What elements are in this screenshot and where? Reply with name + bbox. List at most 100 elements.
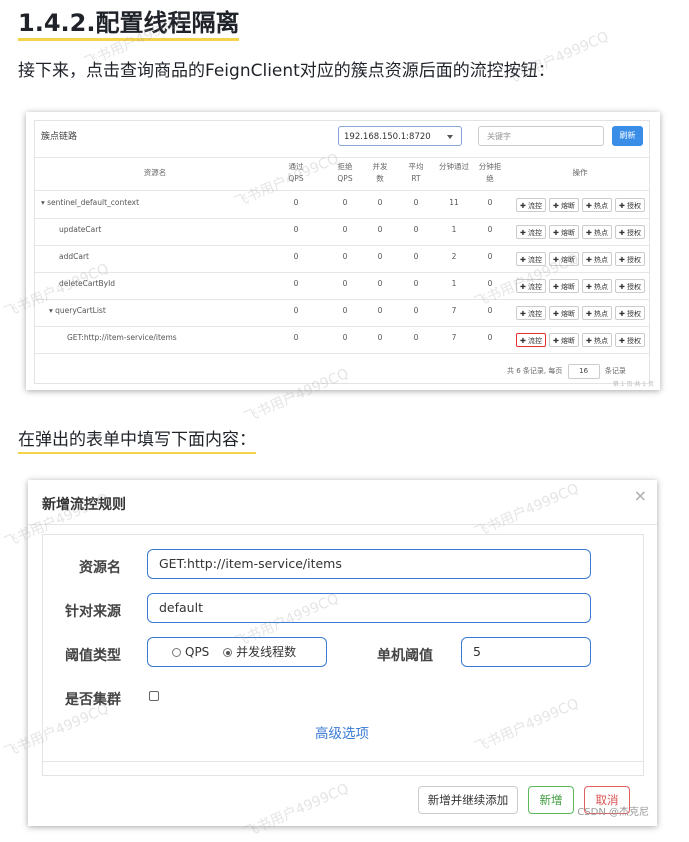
cell-threads: 0 — [377, 225, 383, 234]
cell-avg-rt: 0 — [413, 252, 419, 261]
cell-pass-qps: 0 — [293, 279, 299, 288]
cell-avg-rt: 0 — [413, 279, 419, 288]
flow-control-button[interactable]: ✚ 流控 — [516, 225, 546, 239]
resource-name-input[interactable]: GET:http://item-service/items — [147, 549, 591, 579]
cell-avg-rt: 0 — [413, 198, 419, 207]
column-header-resource: 资源名 — [143, 168, 167, 177]
keyword-search-input[interactable]: 关键字 — [478, 126, 604, 146]
cell-threads: 0 — [377, 198, 383, 207]
pager-suffix: 条记录 — [604, 367, 626, 375]
section-heading: 1.4.2.配置线程隔离 — [18, 8, 240, 41]
degrade-button[interactable]: ✚ 熔断 — [549, 252, 579, 266]
cell-threads: 0 — [377, 333, 383, 342]
cell-pass-qps: 0 — [293, 333, 299, 342]
radio-qps[interactable] — [172, 648, 181, 657]
cell-avg-rt: 0 — [413, 225, 419, 234]
page-footer: 第 1 页 共 1 页 — [612, 381, 654, 388]
hotspot-button[interactable]: ✚ 热点 — [582, 198, 612, 212]
advanced-options-link[interactable]: 高级选项 — [315, 722, 369, 742]
flow-control-button[interactable]: ✚ 流控 — [516, 333, 546, 347]
cluster-panel: 簇点链路 192.168.150.1:8720 关键字 刷新 资源名 通过QPS… — [34, 120, 650, 384]
cell-min-pass: 1 — [451, 279, 457, 288]
form-divider — [43, 761, 643, 762]
flow-rule-dialog-screenshot: 新增流控规则 × 资源名 GET:http://item-service/ite… — [28, 480, 657, 826]
hotspot-button[interactable]: ✚ 热点 — [582, 252, 612, 266]
close-icon[interactable]: × — [634, 486, 647, 505]
cell-min-block: 0 — [487, 333, 493, 342]
cell-pass-qps: 0 — [293, 198, 299, 207]
degrade-button[interactable]: ✚ 熔断 — [549, 198, 579, 212]
row-divider — [35, 326, 649, 327]
cell-threads: 0 — [377, 306, 383, 315]
cell-min-pass: 1 — [451, 225, 457, 234]
column-header-threads: 并发数 — [372, 162, 388, 183]
cell-avg-rt: 0 — [413, 333, 419, 342]
cell-threads: 0 — [377, 252, 383, 261]
cell-pass-qps: 0 — [293, 306, 299, 315]
machine-select[interactable]: 192.168.150.1:8720 — [338, 126, 462, 146]
resource-label: 资源名 — [79, 560, 121, 576]
cell-min-pass: 2 — [451, 252, 457, 261]
column-header-pass-qps: 通过QPS — [288, 162, 304, 183]
csdn-attribution: CSDN @杰克尼 — [577, 807, 649, 818]
row-divider — [35, 245, 649, 246]
cell-min-block: 0 — [487, 252, 493, 261]
degrade-button[interactable]: ✚ 熔断 — [549, 333, 579, 347]
authority-button[interactable]: ✚ 授权 — [615, 333, 645, 347]
cell-pass-qps: 0 — [293, 252, 299, 261]
hotspot-button[interactable]: ✚ 热点 — [582, 225, 612, 239]
cell-min-block: 0 — [487, 198, 493, 207]
cell-min-block: 0 — [487, 306, 493, 315]
cell-block-qps: 0 — [342, 198, 348, 207]
cluster-checkbox[interactable] — [149, 691, 159, 701]
rule-form: 资源名 GET:http://item-service/items 针对来源 d… — [42, 534, 644, 776]
cell-block-qps: 0 — [342, 225, 348, 234]
sentinel-cluster-screenshot: 簇点链路 192.168.150.1:8720 关键字 刷新 资源名 通过QPS… — [26, 112, 660, 390]
add-and-continue-button[interactable]: 新增并继续添加 — [418, 786, 518, 814]
row-divider — [35, 218, 649, 219]
row-divider — [35, 353, 649, 354]
flow-control-button[interactable]: ✚ 流控 — [516, 198, 546, 212]
column-header-min-pass: 分钟通过 — [439, 162, 469, 171]
page-size-input[interactable]: 16 — [567, 364, 600, 379]
machine-select-value: 192.168.150.1:8720 — [344, 132, 431, 142]
cell-min-pass: 7 — [451, 306, 457, 315]
cell-avg-rt: 0 — [413, 306, 419, 315]
hotspot-button[interactable]: ✚ 热点 — [582, 333, 612, 347]
degrade-button[interactable]: ✚ 熔断 — [549, 225, 579, 239]
authority-button[interactable]: ✚ 授权 — [615, 198, 645, 212]
degrade-button[interactable]: ✚ 熔断 — [549, 306, 579, 320]
add-button[interactable]: 新增 — [528, 786, 574, 814]
grade-radio-group: QPS 并发线程数 — [147, 637, 327, 667]
cluster-label: 是否集群 — [65, 692, 121, 708]
flow-control-button[interactable]: ✚ 流控 — [516, 279, 546, 293]
degrade-button[interactable]: ✚ 熔断 — [549, 279, 579, 293]
authority-button[interactable]: ✚ 授权 — [615, 225, 645, 239]
flow-control-button[interactable]: ✚ 流控 — [516, 306, 546, 320]
row-divider — [35, 299, 649, 300]
authority-button[interactable]: ✚ 授权 — [615, 279, 645, 293]
hotspot-button[interactable]: ✚ 热点 — [582, 279, 612, 293]
refresh-button[interactable]: 刷新 — [612, 126, 643, 146]
divider — [35, 190, 649, 191]
radio-thread-count[interactable] — [223, 648, 233, 657]
flow-control-button[interactable]: ✚ 流控 — [516, 252, 546, 266]
origin-input[interactable]: default — [147, 593, 591, 623]
resource-name-cell: ▾ sentinel_default_context — [41, 198, 140, 207]
pager-prefix: 共 6 条记录, 每页 — [507, 367, 563, 375]
cell-threads: 0 — [377, 279, 383, 288]
cell-min-block: 0 — [487, 279, 493, 288]
threshold-input[interactable]: 5 — [461, 637, 591, 667]
authority-button[interactable]: ✚ 授权 — [615, 306, 645, 320]
column-header-avg-rt: 平均RT — [408, 162, 424, 183]
panel-title: 簇点链路 — [41, 132, 78, 142]
threshold-label: 单机阈值 — [377, 648, 433, 664]
authority-button[interactable]: ✚ 授权 — [615, 252, 645, 266]
cell-block-qps: 0 — [342, 252, 348, 261]
column-header-block-qps: 拒绝QPS — [337, 162, 353, 183]
instruction-paragraph-1: 接下来，点击查询商品的FeignClient对应的簇点资源后面的流控按钮： — [18, 61, 555, 81]
hotspot-button[interactable]: ✚ 热点 — [582, 306, 612, 320]
cell-min-pass: 7 — [451, 333, 457, 342]
cell-min-block: 0 — [487, 225, 493, 234]
cell-pass-qps: 0 — [293, 225, 299, 234]
